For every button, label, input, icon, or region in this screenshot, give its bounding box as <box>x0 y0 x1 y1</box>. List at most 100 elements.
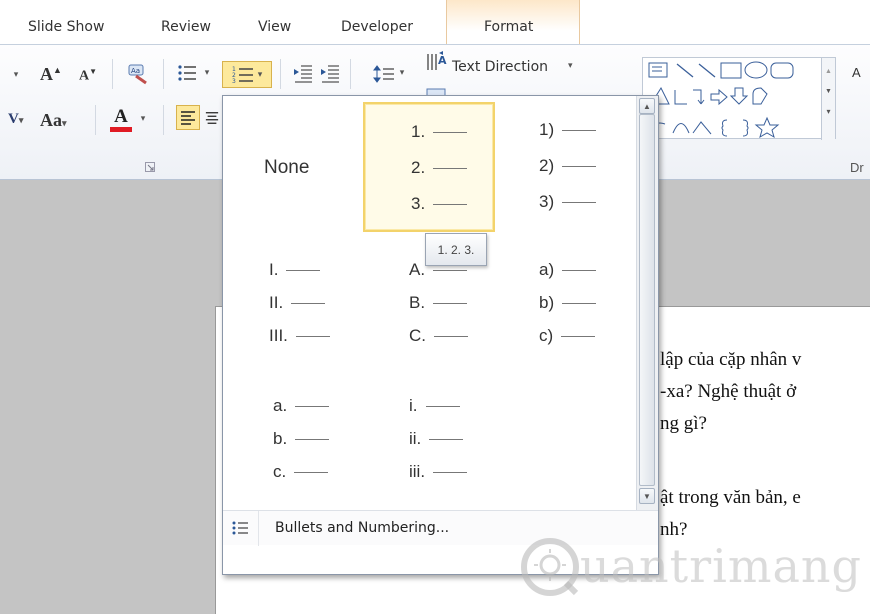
number-label: ii. <box>409 429 422 448</box>
numbering-line: III. <box>269 325 330 347</box>
numbering-line: II. <box>269 292 326 314</box>
text-direction-icon[interactable]: A <box>424 51 450 73</box>
numbering-option-lower-alpha-paren[interactable]: a) b) c) <box>499 236 631 366</box>
footer-icon-gutter <box>223 511 259 546</box>
scroll-up-icon[interactable]: ▲ <box>639 98 655 114</box>
tab-format[interactable]: Format <box>484 19 533 35</box>
clear-formatting-icon[interactable]: Aa <box>124 60 152 88</box>
numbering-line: c. <box>273 461 329 483</box>
bullets-dropdown-arrow[interactable]: ▾ <box>201 65 213 79</box>
none-label: None <box>264 157 310 178</box>
bullets-icon[interactable] <box>176 62 198 84</box>
ribbon-tab-bar: Slide Show Review View Developer Format <box>0 0 870 44</box>
text-direction-dropdown-arrow[interactable]: ▾ <box>568 60 573 71</box>
number-label: 3. <box>411 194 426 213</box>
font-color-dropdown-arrow[interactable]: ▾ <box>137 111 149 125</box>
number-label: A. <box>409 260 426 279</box>
line-spacing-icon[interactable] <box>373 63 395 85</box>
numbering-button[interactable]: 123 ▾ <box>222 61 272 88</box>
text-shadow-partial[interactable]: V▾ <box>8 111 23 128</box>
grow-font-button[interactable]: A▲ <box>40 64 62 85</box>
separator <box>280 59 281 89</box>
number-label: II. <box>269 293 284 312</box>
number-label: c) <box>539 326 554 345</box>
numbering-line: 3. <box>411 193 468 215</box>
number-label: C. <box>409 326 426 345</box>
number-label: B. <box>409 293 426 312</box>
numbering-line: 1) <box>539 119 597 141</box>
number-label: iii. <box>409 462 426 481</box>
numbering-option-arabic-period[interactable]: 1. 2. 3. <box>363 102 495 232</box>
number-label: 3) <box>539 192 555 211</box>
number-label: i. <box>409 396 418 415</box>
separator <box>350 59 351 89</box>
numbering-line: 3) <box>539 191 597 213</box>
numbering-line: i. <box>409 395 460 417</box>
increase-indent-icon[interactable] <box>319 62 341 84</box>
number-label: 2. <box>411 158 426 177</box>
change-case-button[interactable]: Aa▾ <box>40 110 67 131</box>
line-spacing-dropdown-arrow[interactable]: ▾ <box>397 65 407 79</box>
drawing-group-label: Dr <box>850 160 864 175</box>
svg-text:Aa: Aa <box>131 67 140 75</box>
svg-text:A: A <box>438 54 447 67</box>
tab-developer[interactable]: Developer <box>341 19 413 35</box>
separator <box>95 105 96 135</box>
numbering-line: C. <box>409 325 468 347</box>
numbering-line: a) <box>539 259 597 281</box>
separator <box>112 59 113 89</box>
slide-text-line: ật trong văn bản, e <box>660 487 801 508</box>
bullets-and-numbering-label: Bullets and Numbering... <box>275 520 450 536</box>
number-label: a. <box>273 396 288 415</box>
numbering-line: B. <box>409 292 468 314</box>
watermark-text: uantrimang <box>580 539 862 593</box>
slide-text-line: lập của cặp nhân v <box>660 349 802 370</box>
align-left-button[interactable] <box>176 105 200 130</box>
numbering-line: a. <box>273 395 330 417</box>
shapes-gallery-icons <box>648 61 794 139</box>
decrease-indent-icon[interactable] <box>292 62 314 84</box>
font-size-dropdown-arrow[interactable]: ▾ <box>10 67 22 81</box>
numbering-option-arabic-paren[interactable]: 1) 2) 3) <box>499 102 631 232</box>
center-button[interactable] <box>205 105 219 130</box>
slide-text-line: -xa? Nghệ thuật ở <box>660 381 797 402</box>
font-color-button[interactable]: A <box>107 106 135 134</box>
scroll-down-icon[interactable]: ▼ <box>639 488 655 504</box>
tab-review[interactable]: Review <box>161 19 211 35</box>
numbering-option-lower-roman[interactable]: i. ii. iii. <box>363 376 495 506</box>
numbering-line: iii. <box>409 461 468 483</box>
numbering-line: b) <box>539 292 597 314</box>
number-label: c. <box>273 462 287 481</box>
numbering-line: 2) <box>539 155 597 177</box>
number-label: 2) <box>539 156 555 175</box>
tab-slide-show[interactable]: Slide Show <box>28 19 104 35</box>
tooltip: 1. 2. 3. <box>425 233 487 266</box>
numbering-option-upper-roman[interactable]: I. II. III. <box>229 236 361 366</box>
numbering-line: I. <box>269 259 321 281</box>
tab-view[interactable]: View <box>258 19 291 35</box>
slide-text-line: ng gì? <box>660 413 707 434</box>
number-label: I. <box>269 260 279 279</box>
numbering-line: ii. <box>409 428 464 450</box>
numbering-none-option[interactable]: None <box>229 102 361 232</box>
separator <box>163 105 164 135</box>
number-label: 1. <box>411 122 426 141</box>
number-label: b) <box>539 293 555 312</box>
text-direction-label[interactable]: Text Direction <box>452 59 548 75</box>
scroll-thumb[interactable] <box>639 114 655 486</box>
shrink-font-button[interactable]: A▼ <box>79 67 97 85</box>
font-dialog-launcher-icon[interactable] <box>143 160 157 174</box>
shapes-gallery-scroll[interactable]: ▲ ▼ ▾ <box>821 58 835 140</box>
quantrimang-watermark: uantrimang <box>518 533 861 603</box>
numbering-option-lower-alpha[interactable]: a. b. c. <box>229 376 361 506</box>
number-label: 1) <box>539 120 555 139</box>
dropdown-scrollbar[interactable]: ▲ ▼ <box>636 96 658 510</box>
watermark-logo-icon <box>521 538 579 596</box>
numbering-line: c) <box>539 325 596 347</box>
numbering-line: 1. <box>411 121 468 143</box>
shapes-gallery[interactable]: ▲ ▼ ▾ <box>642 57 836 140</box>
numbering-line: b. <box>273 428 330 450</box>
numbering-dropdown: None 1. 2. 3. 1) 2) 3) I. II. III. A. B.… <box>222 95 659 575</box>
svg-text:3: 3 <box>232 78 236 85</box>
number-label: a) <box>539 260 555 279</box>
